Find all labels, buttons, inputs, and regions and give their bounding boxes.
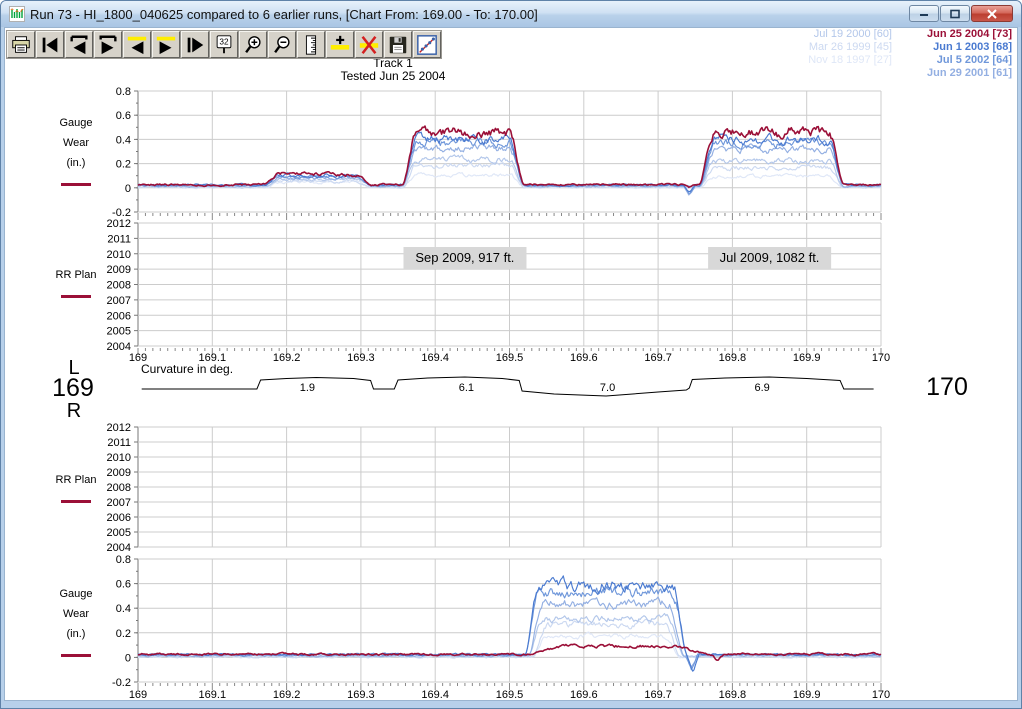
jump-forward-icon [97,34,119,56]
trend-chart-icon [416,34,438,56]
zoom-in-button[interactable] [239,31,267,58]
right-rail-label: R [59,400,89,423]
app-window: Run 73 - HI_1800_040625 compared to 6 ea… [0,0,1022,709]
titlebar[interactable]: Run 73 - HI_1800_040625 compared to 6 ea… [1,1,1021,27]
ylabel-gauge-wear-top: Gauge Wear (in.) [36,113,116,193]
legend-entry[interactable]: Jun 25 2004 [73] [927,28,1012,41]
add-highlight-button[interactable] [326,31,354,58]
legend-entry[interactable]: Jun 1 2003 [68] [927,41,1012,54]
legend-entry[interactable]: Mar 26 1999 [45] [808,41,892,54]
jump-back-icon [68,34,90,56]
ylabel-rr-plan-top: RR Plan [36,265,116,305]
speed-sign-button[interactable]: 32 [210,31,238,58]
ruler-button[interactable] [297,31,325,58]
rr-plan-annotation: Sep 2009, 917 ft. [403,247,526,269]
left-mile-label: 169 [43,374,103,403]
legend-recent-runs: Jun 25 2004 [73]Jun 1 2003 [68]Jul 5 200… [927,28,1012,80]
ylabel-gauge-wear-bottom: Gauge Wear (in.) [36,584,116,664]
highlight-forward-button[interactable] [152,31,180,58]
save-icon [387,34,409,56]
zoom-out-button[interactable] [268,31,296,58]
ylabel-rr-plan-bottom: RR Plan [36,470,116,510]
jump-forward-button[interactable] [94,31,122,58]
legend-entry[interactable]: Jul 19 2000 [60] [808,28,892,41]
chart-header: Track 1 Tested Jun 25 2004 [243,57,543,83]
curvature-label: Curvature in deg. [141,362,233,376]
toolbar: 32 [7,31,441,58]
add-highlight-icon [329,34,351,56]
window-title: Run 73 - HI_1800_040625 compared to 6 ea… [30,7,538,22]
zoom-out-icon [271,34,293,56]
current-run-swatch [61,295,91,298]
delete-highlight-icon [358,34,380,56]
close-button[interactable] [971,5,1013,22]
app-icon [9,6,25,22]
legend-earlier-runs: Jul 19 2000 [60]Mar 26 1999 [45]Nov 18 1… [808,28,892,67]
step-back-icon [39,34,61,56]
delete-highlight-button[interactable] [355,31,383,58]
highlight-back-button[interactable] [123,31,151,58]
step-forward-icon [184,34,206,56]
jump-back-button[interactable] [65,31,93,58]
current-run-swatch [61,183,91,186]
speed-sign-icon: 32 [213,34,235,56]
print-button[interactable] [7,31,35,58]
current-run-swatch [61,654,91,657]
window-controls [909,5,1013,22]
rr-plan-annotation: Jul 2009, 1082 ft. [708,247,832,269]
maximize-icon [949,9,961,19]
minimize-button[interactable] [909,5,939,22]
print-icon [10,34,32,56]
legend-entry[interactable]: Nov 18 1997 [27] [808,54,892,67]
trend-chart-button[interactable] [413,31,441,58]
step-forward-button[interactable] [181,31,209,58]
close-icon [986,9,998,19]
minimize-icon [918,9,930,18]
legend-entry[interactable]: Jul 5 2002 [64] [927,54,1012,67]
highlight-back-icon [126,34,148,56]
ruler-icon [300,34,322,56]
save-button[interactable] [384,31,412,58]
current-run-swatch [61,500,91,503]
legend-entry[interactable]: Jun 29 2001 [61] [927,67,1012,80]
step-back-button[interactable] [36,31,64,58]
highlight-forward-icon [155,34,177,56]
svg-text:32: 32 [219,37,229,46]
maximize-button[interactable] [940,5,970,22]
chart-title-tested: Tested Jun 25 2004 [243,70,543,83]
zoom-in-icon [242,34,264,56]
right-mile-label: 170 [917,373,977,402]
